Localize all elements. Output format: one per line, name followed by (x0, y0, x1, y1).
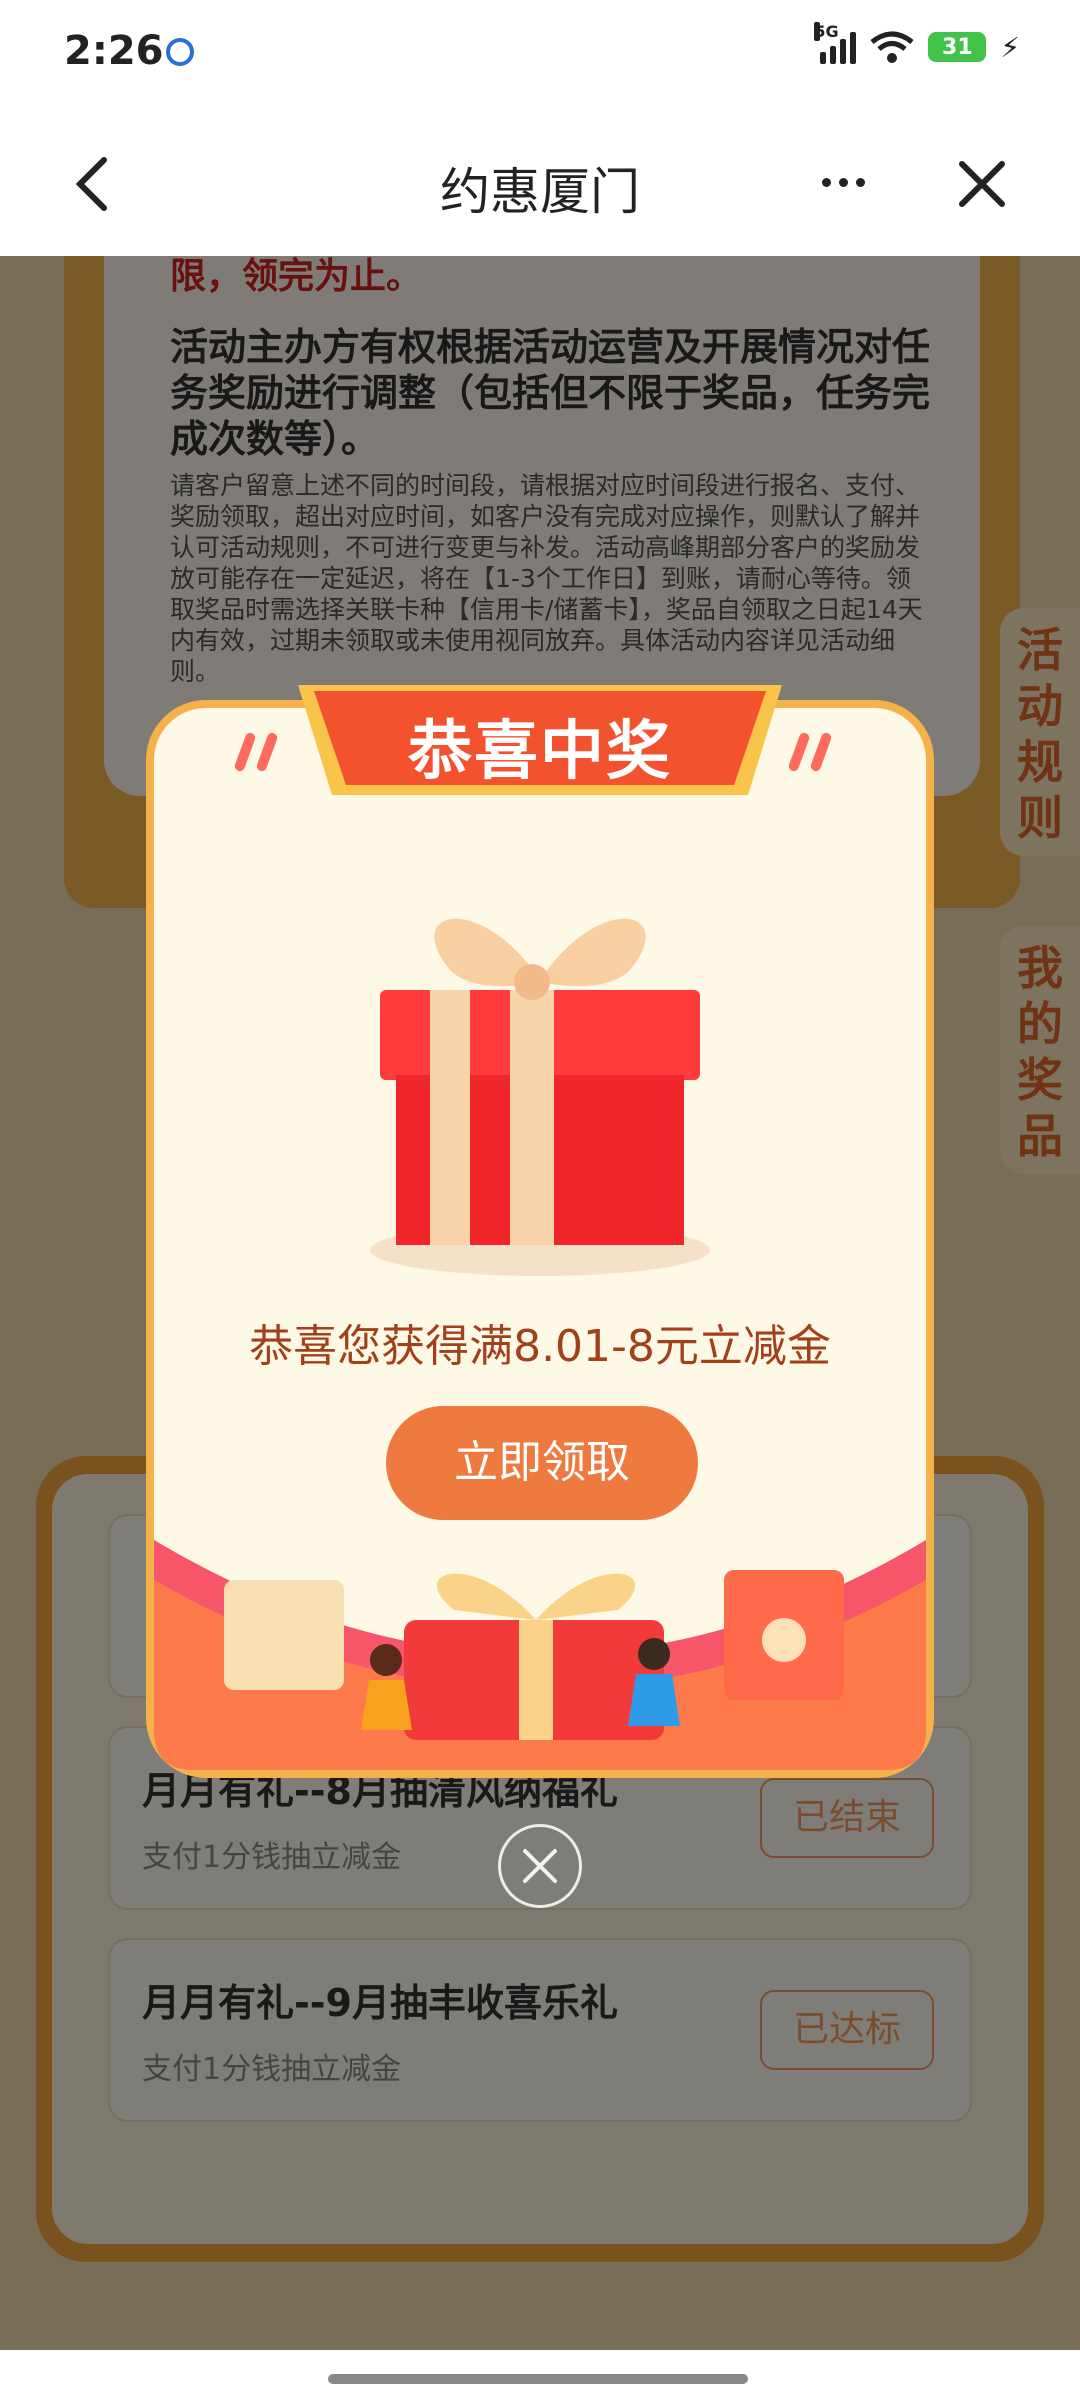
status-bar: 2:26 5G 31 ⚡ (0, 0, 1080, 110)
close-icon (523, 1849, 557, 1883)
nav-bar: 约惠厦门 (0, 110, 1080, 256)
wifi-icon (870, 31, 914, 63)
status-icons: 5G 31 ⚡ (814, 22, 1020, 64)
prize-description: 恭喜您获得满8.01-8元立减金 (249, 1321, 831, 1372)
page-title: 约惠厦门 (440, 163, 640, 221)
popup-close-button[interactable] (498, 1824, 582, 1908)
close-icon[interactable] (956, 158, 1008, 210)
gift-box-icon (370, 918, 710, 1276)
cellular-signal-icon: 5G (814, 22, 857, 64)
more-options-icon[interactable] (822, 178, 865, 187)
network-type-label: 5G (814, 22, 839, 41)
claim-now-button[interactable]: 立即领取 (386, 1406, 698, 1520)
app-notification-icon (166, 38, 194, 66)
home-indicator[interactable] (328, 2374, 748, 2384)
popup-title: 恭喜中奖 (408, 715, 672, 789)
celebration-illustration (154, 1540, 926, 1770)
status-time: 2:26 (64, 28, 164, 74)
battery-icon: 31 (928, 32, 987, 62)
charging-icon: ⚡ (1000, 30, 1020, 64)
